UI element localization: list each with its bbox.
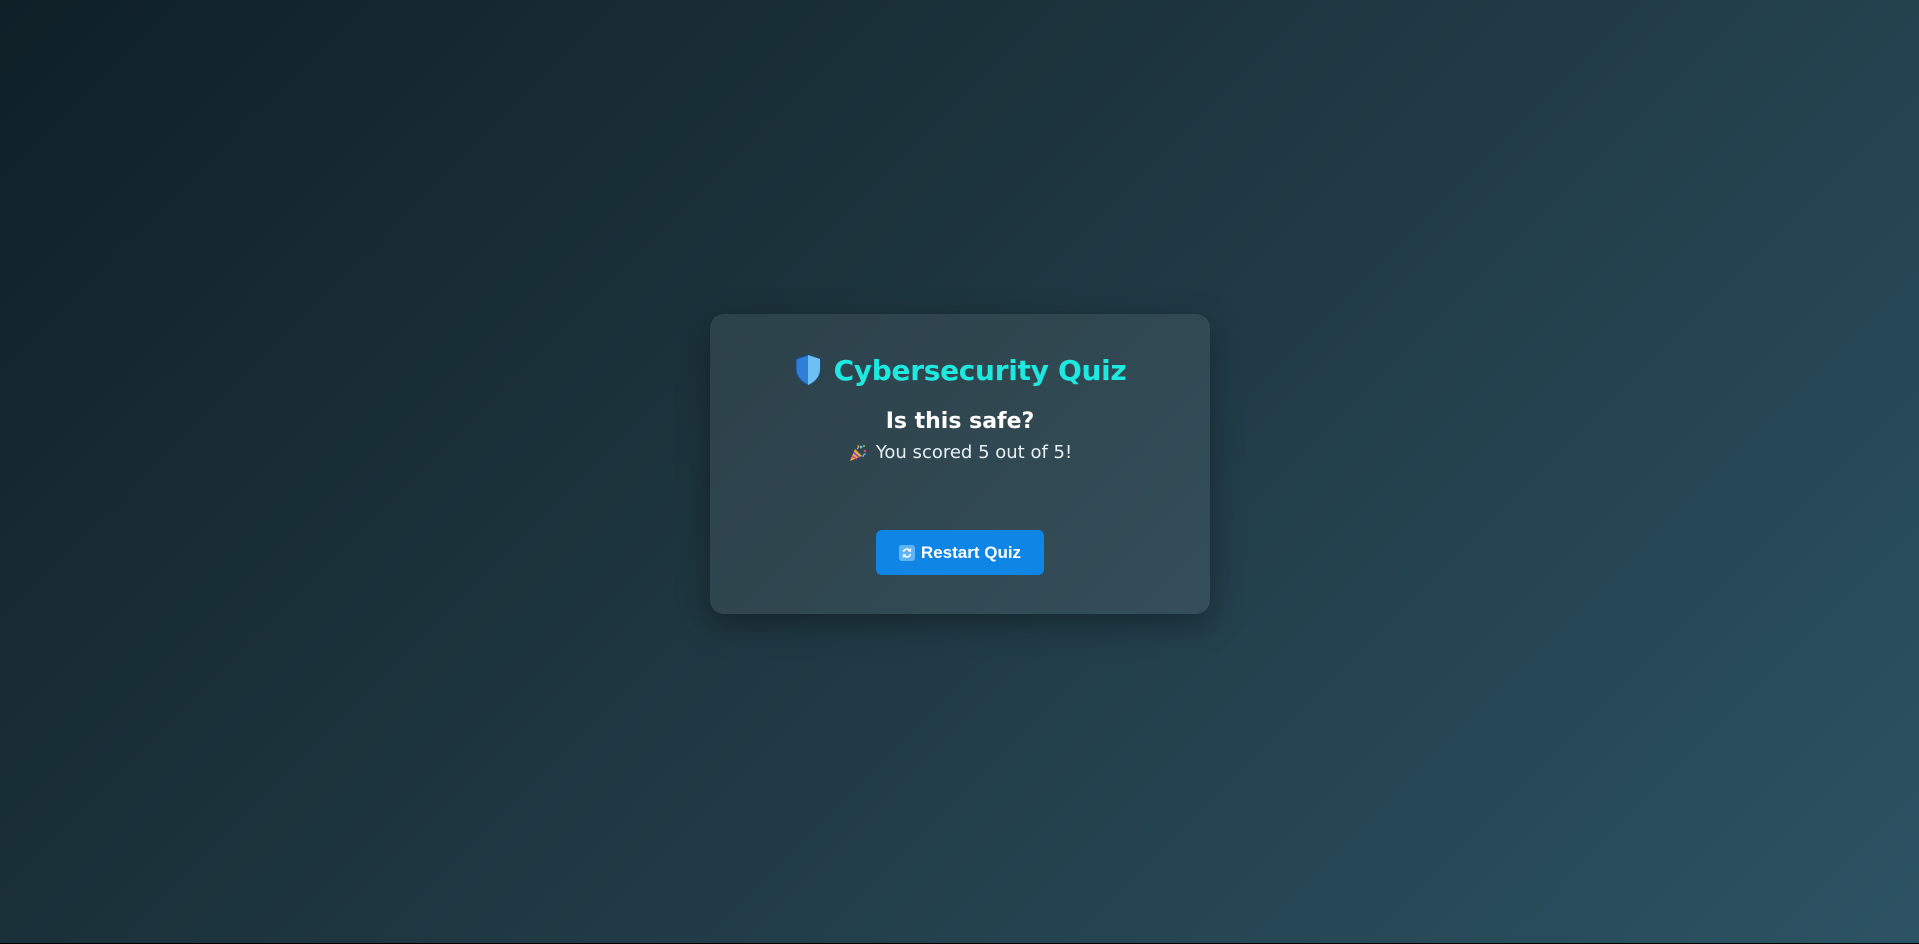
page-background: Cybersecurity Quiz Is this safe? You sco…: [0, 0, 1919, 943]
score-result: You scored 5 out of 5!: [710, 442, 1210, 463]
party-popper-icon: [848, 443, 868, 463]
score-text: You scored 5 out of 5!: [875, 442, 1073, 463]
page-title: Cybersecurity Quiz: [833, 353, 1127, 387]
restart-icon: [898, 544, 915, 561]
question-heading: Is this safe?: [885, 409, 1035, 434]
quiz-header: Cybersecurity Quiz: [710, 348, 1210, 392]
shield-icon: [794, 354, 822, 386]
quiz-card: Cybersecurity Quiz Is this safe? You sco…: [710, 314, 1210, 614]
restart-button-label: Restart Quiz: [920, 542, 1022, 562]
restart-quiz-button[interactable]: Restart Quiz: [876, 530, 1044, 575]
